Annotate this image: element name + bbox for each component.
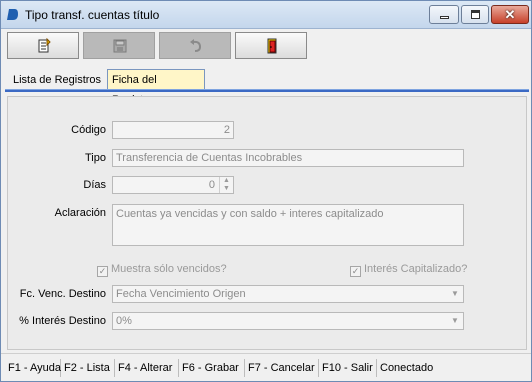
aclaracion-field[interactable]: Cuentas ya vencidas y con saldo + intere… bbox=[112, 204, 464, 246]
record-form-panel: Código 2 Tipo Transferencia de Cuentas I… bbox=[7, 96, 527, 350]
tab-strip: Lista de Registros Ficha del Registro bbox=[5, 69, 529, 106]
status-f2-lista[interactable]: F2 - Lista bbox=[61, 359, 115, 377]
close-icon: ✕ bbox=[504, 7, 516, 22]
chevron-down-icon: ▼ bbox=[451, 289, 459, 298]
muestra-vencidos-label: Muestra sólo vencidos? bbox=[111, 263, 227, 275]
status-f6-grabar[interactable]: F6 - Grabar bbox=[179, 359, 245, 377]
tab-lista-de-registros[interactable]: Lista de Registros bbox=[9, 71, 107, 90]
status-f10-salir[interactable]: F10 - Salir bbox=[319, 359, 377, 377]
save-disk-icon bbox=[113, 39, 127, 53]
check-icon: ✓ bbox=[350, 266, 361, 277]
status-bar: F1 - Ayuda F2 - Lista F4 - Alterar F6 - … bbox=[1, 353, 531, 381]
dias-field[interactable]: 0 ▲ ▼ bbox=[112, 176, 234, 194]
tipo-label: Tipo bbox=[85, 152, 106, 164]
tab-underline bbox=[5, 89, 529, 92]
new-record-icon bbox=[38, 38, 51, 53]
interes-destino-label: % Interés Destino bbox=[19, 315, 106, 327]
minimize-icon bbox=[440, 16, 449, 19]
close-button[interactable]: ✕ bbox=[491, 5, 529, 24]
dias-label: Días bbox=[83, 179, 106, 191]
fc-venc-destino-label: Fc. Venc. Destino bbox=[19, 288, 106, 300]
new-record-button[interactable] bbox=[7, 32, 79, 59]
tab-ficha-del-registro[interactable]: Ficha del Registro bbox=[107, 69, 205, 106]
codigo-field[interactable]: 2 bbox=[112, 121, 234, 139]
connection-status: Conectado bbox=[380, 362, 434, 374]
aclaracion-label: Aclaración bbox=[54, 207, 106, 219]
interes-capitalizado-checkbox[interactable]: ✓ Interés Capitalizado? bbox=[350, 263, 467, 277]
codigo-label: Código bbox=[71, 124, 106, 136]
maximize-button[interactable] bbox=[461, 5, 489, 24]
window-title: Tipo transf. cuentas título bbox=[25, 8, 160, 22]
status-f4-alterar[interactable]: F4 - Alterar bbox=[115, 359, 179, 377]
fc-venc-destino-value: Fecha Vencimiento Origen bbox=[116, 288, 246, 300]
title-bar[interactable]: Tipo transf. cuentas título ✕ bbox=[1, 1, 531, 29]
undo-icon bbox=[190, 39, 202, 52]
app-logo-icon bbox=[7, 9, 18, 20]
status-f1-ayuda[interactable]: F1 - Ayuda bbox=[5, 359, 61, 377]
save-button[interactable] bbox=[83, 32, 155, 59]
muestra-vencidos-checkbox[interactable]: ✓ Muestra sólo vencidos? bbox=[97, 263, 227, 277]
interes-destino-select[interactable]: 0% ▼ bbox=[112, 312, 464, 330]
maximize-icon bbox=[471, 10, 480, 19]
status-f7-cancelar[interactable]: F7 - Cancelar bbox=[245, 359, 319, 377]
tipo-field[interactable]: Transferencia de Cuentas Incobrables bbox=[112, 149, 464, 167]
dias-spinner[interactable]: ▲ ▼ bbox=[219, 177, 233, 193]
dias-value: 0 bbox=[208, 179, 215, 191]
check-icon: ✓ bbox=[97, 266, 108, 277]
toolbar bbox=[5, 32, 529, 62]
interes-destino-value: 0% bbox=[116, 315, 132, 327]
chevron-down-icon: ▼ bbox=[451, 316, 459, 325]
undo-button[interactable] bbox=[159, 32, 231, 59]
exit-button[interactable] bbox=[235, 32, 307, 59]
exit-door-icon bbox=[267, 38, 277, 54]
minimize-button[interactable] bbox=[429, 5, 459, 24]
app-window: Tipo transf. cuentas título ✕ Lista de R… bbox=[0, 0, 532, 382]
interes-capitalizado-label: Interés Capitalizado? bbox=[364, 263, 468, 275]
fc-venc-destino-select[interactable]: Fecha Vencimiento Origen ▼ bbox=[112, 285, 464, 303]
